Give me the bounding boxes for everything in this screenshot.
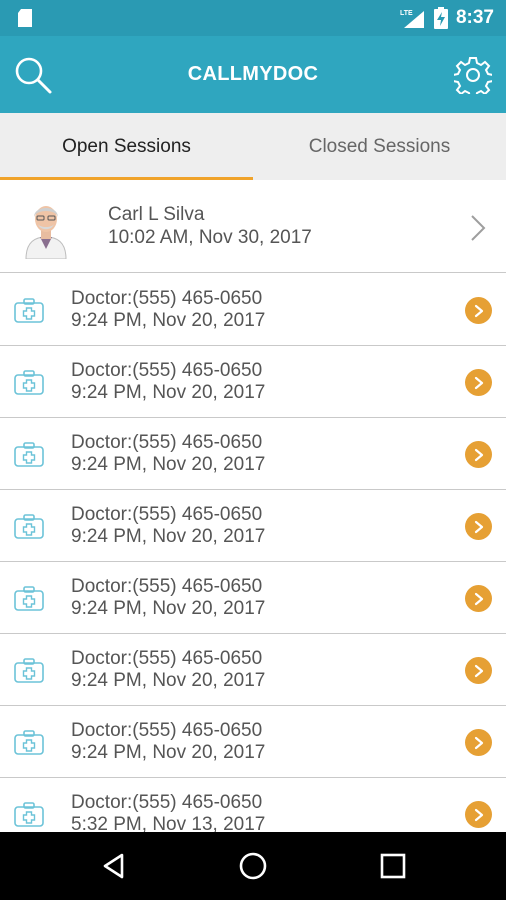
- tab-open-sessions[interactable]: Open Sessions: [0, 113, 253, 180]
- back-button[interactable]: [94, 846, 134, 886]
- chevron-right-icon: [471, 215, 486, 241]
- app-bar: CALLMYDOC: [0, 36, 506, 113]
- back-icon: [103, 853, 124, 879]
- tab-closed-sessions[interactable]: Closed Sessions: [253, 113, 506, 180]
- open-session-button[interactable]: [465, 441, 492, 468]
- session-row[interactable]: Doctor:(555) 465-0650 9:24 PM, Nov 20, 20…: [0, 274, 506, 346]
- sd-card-icon: [18, 9, 32, 27]
- medical-kit-icon: [14, 802, 44, 827]
- session-row[interactable]: Doctor:(555) 465-0650 9:24 PM, Nov 20, 20…: [0, 346, 506, 418]
- home-icon: [239, 852, 267, 880]
- recents-icon: [380, 853, 406, 879]
- doctor-avatar: [25, 206, 67, 259]
- session-time: 5:32 PM, Nov 13, 2017: [71, 814, 266, 832]
- medical-kit-icon: [14, 586, 44, 611]
- status-indicators: LTE 8:37: [400, 0, 494, 36]
- medical-kit-icon: [14, 730, 44, 755]
- medical-kit-icon: [14, 658, 44, 683]
- recents-button[interactable]: [373, 846, 413, 886]
- open-session-button[interactable]: [465, 657, 492, 684]
- status-time: 8:37: [455, 7, 494, 28]
- arrow-right-circle-icon: [474, 520, 483, 533]
- navigation-bar: [0, 832, 506, 900]
- gear-icon: [454, 57, 492, 94]
- session-time: 9:24 PM, Nov 20, 2017: [71, 670, 266, 691]
- open-session-button[interactable]: [465, 513, 492, 540]
- session-row[interactable]: Doctor:(555) 465-0650 5:32 PM, Nov 13, 20…: [0, 778, 506, 832]
- profile-row[interactable]: Carl L Silva 10:02 AM, Nov 30, 2017: [0, 180, 506, 273]
- session-doctor-phone: Doctor:(555) 465-0650: [71, 504, 263, 525]
- session-time: 9:24 PM, Nov 20, 2017: [71, 742, 266, 763]
- session-doctor-phone: Doctor:(555) 465-0650: [71, 648, 263, 669]
- session-doctor-phone: Doctor:(555) 465-0650: [71, 288, 263, 309]
- session-doctor-phone: Doctor:(555) 465-0650: [71, 720, 263, 741]
- session-row[interactable]: Doctor:(555) 465-0650 9:24 PM, Nov 20, 20…: [0, 634, 506, 706]
- session-time: 10:02 AM, Nov 30, 2017: [108, 227, 312, 248]
- app-title: CALLMYDOC: [187, 63, 319, 85]
- medical-kit-icon: [14, 514, 44, 539]
- status-bar: LTE 8:37: [0, 0, 506, 36]
- search-icon: [15, 57, 52, 94]
- session-doctor-phone: Doctor:(555) 465-0650: [71, 360, 263, 381]
- session-time: 9:24 PM, Nov 20, 2017: [71, 454, 266, 475]
- session-row[interactable]: Doctor:(555) 465-0650 9:24 PM, Nov 20, 20…: [0, 562, 506, 634]
- open-session-button[interactable]: [465, 369, 492, 396]
- session-time: 9:24 PM, Nov 20, 2017: [71, 310, 266, 331]
- svg-text:LTE: LTE: [400, 10, 413, 17]
- arrow-right-circle-icon: [474, 808, 483, 821]
- home-button[interactable]: [233, 846, 273, 886]
- session-doctor-phone: Doctor:(555) 465-0650: [71, 432, 263, 453]
- search-button[interactable]: [12, 54, 54, 96]
- medical-kit-icon: [14, 442, 44, 467]
- tab-label: Closed Sessions: [308, 135, 451, 157]
- session-time: 9:24 PM, Nov 20, 2017: [71, 598, 266, 619]
- medical-kit-icon: [14, 298, 44, 323]
- lte-signal-icon: LTE: [400, 10, 424, 28]
- open-session-button[interactable]: [465, 801, 492, 828]
- arrow-right-circle-icon: [474, 592, 483, 605]
- medical-kit-icon: [14, 370, 44, 395]
- arrow-right-circle-icon: [474, 448, 483, 461]
- session-doctor-phone: Doctor:(555) 465-0650: [71, 792, 263, 813]
- arrow-right-circle-icon: [474, 376, 483, 389]
- open-session-button[interactable]: [465, 729, 492, 756]
- tab-label: Open Sessions: [62, 135, 191, 157]
- session-doctor-phone: Doctor:(555) 465-0650: [71, 576, 263, 597]
- settings-button[interactable]: [452, 54, 494, 96]
- open-session-button[interactable]: [465, 297, 492, 324]
- session-list: Doctor:(555) 465-0650 9:24 PM, Nov 20, 20…: [0, 274, 506, 832]
- session-row[interactable]: Doctor:(555) 465-0650 9:24 PM, Nov 20, 20…: [0, 706, 506, 778]
- doctor-name: Carl L Silva: [108, 204, 205, 225]
- arrow-right-circle-icon: [474, 736, 483, 749]
- session-time: 9:24 PM, Nov 20, 2017: [71, 526, 266, 547]
- session-time: 9:24 PM, Nov 20, 2017: [71, 382, 266, 403]
- session-tabs: Open Sessions Closed Sessions: [0, 113, 506, 180]
- session-row[interactable]: Doctor:(555) 465-0650 9:24 PM, Nov 20, 20…: [0, 418, 506, 490]
- arrow-right-circle-icon: [474, 304, 483, 317]
- session-row[interactable]: Doctor:(555) 465-0650 9:24 PM, Nov 20, 20…: [0, 490, 506, 562]
- arrow-right-circle-icon: [474, 664, 483, 677]
- open-session-button[interactable]: [465, 585, 492, 612]
- battery-charging-icon: [433, 7, 448, 29]
